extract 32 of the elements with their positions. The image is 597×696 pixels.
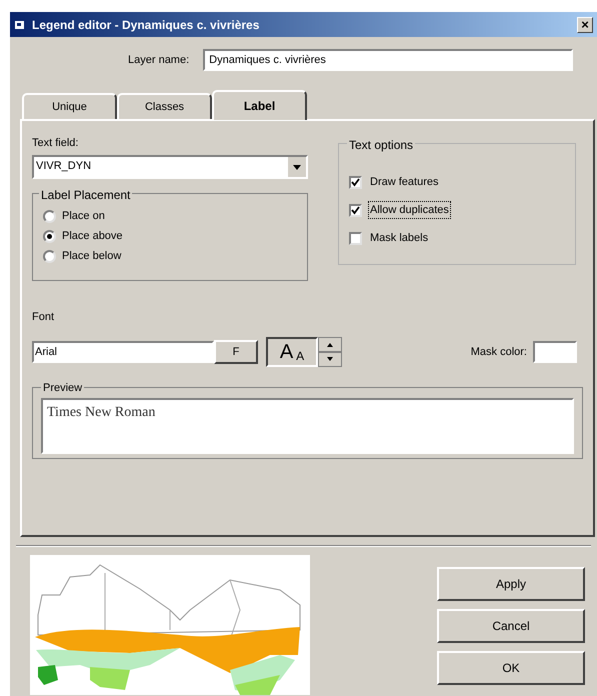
tab[interactable]: Classes (117, 93, 212, 119)
radio-label[interactable]: Place on (62, 208, 105, 225)
checkbox[interactable] (349, 176, 362, 188)
input-field[interactable]: Arial (32, 341, 214, 363)
checkbox-label[interactable]: Draw features (368, 174, 440, 190)
font-size-box[interactable]: A A (266, 337, 318, 367)
field-label: Layer name: (128, 52, 190, 68)
checkbox[interactable] (349, 232, 362, 244)
dropdown[interactable]: VIVR_DYN (32, 154, 308, 178)
dialog-button[interactable]: Apply (437, 567, 585, 601)
close-button[interactable]: × (577, 16, 593, 32)
color-swatch[interactable] (533, 341, 577, 363)
checkbox-label[interactable]: Mask labels (368, 230, 430, 246)
dialog-button[interactable]: Cancel (437, 609, 585, 643)
preview-text: Times New Roman (47, 405, 156, 420)
radio-button[interactable] (43, 250, 56, 263)
window-title: Legend editor - Dynamiques c. vivrières (32, 16, 260, 34)
tab[interactable]: Unique (22, 93, 117, 119)
input-field[interactable]: Dynamiques c. vivrières (203, 49, 574, 71)
dialog-button[interactable]: OK (437, 651, 585, 685)
font-button[interactable]: F (214, 340, 258, 364)
radio-button[interactable] (43, 210, 56, 223)
checkbox-label[interactable]: Allow duplicates (368, 200, 451, 220)
tab[interactable]: Label (212, 90, 307, 120)
radio-label[interactable]: Place above (62, 228, 123, 245)
checkbox[interactable] (349, 204, 362, 216)
field-label: Font (32, 310, 56, 324)
radio-label[interactable]: Place below (62, 248, 122, 265)
field-label: Text field: (32, 136, 80, 151)
field-label: Mask color: (470, 344, 527, 360)
radio-button[interactable] (43, 230, 56, 243)
spinner-icon[interactable] (318, 337, 342, 367)
